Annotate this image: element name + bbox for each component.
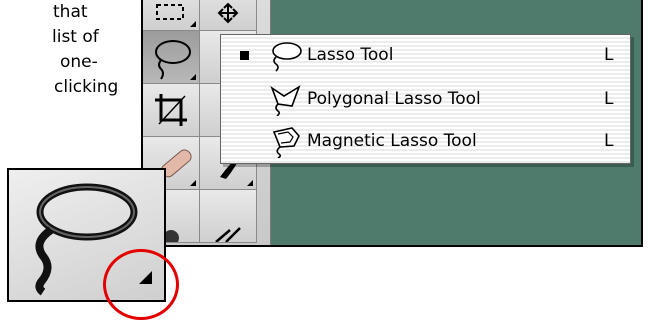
- menu-item-shortcut: L: [604, 89, 614, 109]
- menu-item-shortcut: L: [604, 45, 614, 65]
- history-brush-icon: [215, 227, 241, 242]
- menu-item-label: Polygonal Lasso Tool: [307, 89, 481, 109]
- polygonal-lasso-icon: [270, 85, 301, 116]
- crop-tool-button[interactable]: [143, 84, 200, 137]
- more-tools-indicator: [190, 180, 196, 186]
- more-tools-indicator: [190, 21, 196, 27]
- crop-icon: [155, 94, 187, 126]
- menu-item-label: Magnetic Lasso Tool: [307, 131, 477, 151]
- marquee-tool-button[interactable]: [143, 0, 200, 31]
- photoshop-screenshot: Lasso Tool L Polygonal Lasso Tool L Magn…: [141, 0, 643, 247]
- intro-line-1: that: [53, 2, 88, 22]
- menu-item-shortcut: L: [604, 131, 614, 151]
- intro-line-3: one-: [60, 52, 98, 72]
- selected-bullet: [240, 51, 249, 60]
- more-tools-indicator: [247, 180, 253, 186]
- menu-item-label: Lasso Tool: [307, 45, 394, 65]
- menu-item-polygonal-lasso-tool[interactable]: Polygonal Lasso Tool L: [221, 82, 630, 118]
- move-tool-button[interactable]: [200, 0, 257, 31]
- more-tools-indicator: [190, 74, 196, 80]
- lasso-flyout-menu: Lasso Tool L Polygonal Lasso Tool L Magn…: [220, 34, 631, 164]
- intro-line-2: list of: [52, 27, 99, 47]
- move-icon: [217, 2, 239, 24]
- highlight-circle: [103, 249, 179, 320]
- intro-line-4: clicking: [54, 77, 119, 97]
- history-brush-tool-button[interactable]: [200, 190, 257, 243]
- lasso-tool-button[interactable]: [143, 31, 200, 84]
- intro-text: that list of one- clicking: [0, 0, 140, 100]
- lasso-icon: [272, 42, 302, 72]
- menu-item-lasso-tool[interactable]: Lasso Tool L: [221, 38, 630, 74]
- magnetic-lasso-icon: [272, 127, 300, 158]
- menu-item-magnetic-lasso-tool[interactable]: Magnetic Lasso Tool L: [221, 124, 630, 160]
